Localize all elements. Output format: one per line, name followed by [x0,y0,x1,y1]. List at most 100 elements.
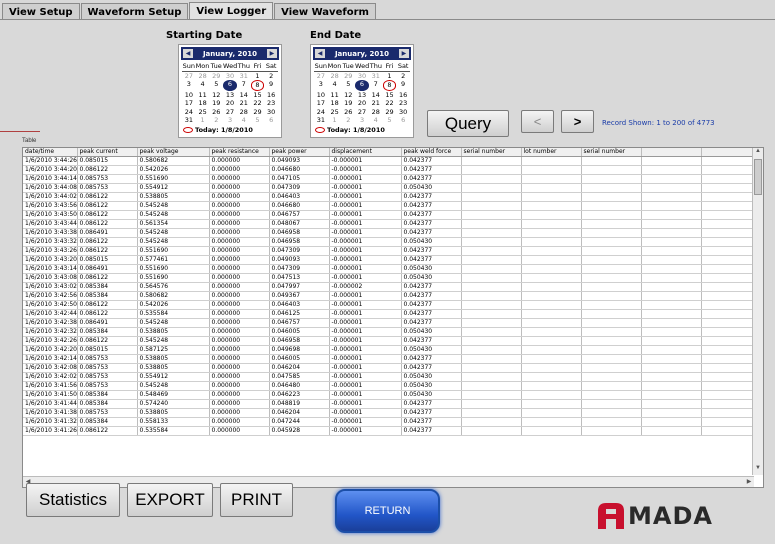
calendar-day[interactable]: 28 [196,72,210,81]
next-month-icon[interactable]: ▶ [398,49,409,58]
calendar-day[interactable]: 10 [182,91,196,100]
calendar-day[interactable]: 24 [314,108,328,117]
column-header[interactable] [701,148,755,157]
table-row[interactable]: 1/6/2010 3:42:44 P 0.086122 0.535584 0.0000… [23,309,755,319]
print-button[interactable]: PRINT [220,483,293,517]
calendar-day[interactable]: 5 [383,116,397,125]
calendar-day[interactable]: 13 [355,91,369,100]
calendar-day[interactable]: 30 [355,72,369,81]
scroll-right-icon[interactable]: ▶ [744,477,754,487]
calendar-day[interactable]: 1 [196,116,210,125]
calendar-day[interactable]: 9 [396,80,410,91]
calendar-day[interactable]: 12 [209,91,223,100]
start-date-calendar[interactable]: ◀ January, 2010 ▶ Sun Mon Tue Wed Thu Fri Sat … [178,44,282,138]
calendar-day[interactable]: 31 [314,116,328,125]
table-row[interactable]: 1/6/2010 3:43:32 P 0.086122 0.545248 0.0000… [23,237,755,247]
table-row[interactable]: 1/6/2010 3:42:14 P 0.085753 0.538805 0.0000… [23,354,755,364]
query-button[interactable]: Query [427,110,509,137]
table-row[interactable]: 1/6/2010 3:43:38 P 0.086491 0.545248 0.0000… [23,228,755,238]
calendar-day[interactable]: 2 [396,72,410,81]
calendar-day[interactable]: 2 [264,72,278,81]
calendar-day[interactable]: 30 [264,108,278,117]
prev-page-button[interactable]: < [521,110,554,133]
logger-table[interactable]: date/time peak current peak voltage peak re… [22,147,764,488]
calendar-day[interactable]: 1 [251,72,265,81]
calendar-day[interactable]: 11 [196,91,210,100]
calendar-day[interactable]: 5 [251,116,265,125]
calendar-day[interactable]: 8 [250,80,265,91]
column-header[interactable]: peak power [269,148,330,157]
calendar-day[interactable]: 31 [237,72,251,81]
calendar-day[interactable]: 8 [382,80,397,91]
calendar-day[interactable]: 6 [264,116,278,125]
calendar-today[interactable]: Today: 1/8/2010 [179,126,281,134]
table-row[interactable]: 1/6/2010 3:44:08 P 0.085753 0.554912 0.0000… [23,183,755,193]
table-row[interactable]: 1/6/2010 3:44:14 P 0.085753 0.551690 0.0000… [23,174,755,184]
calendar-day[interactable]: 2 [341,116,355,125]
calendar-day[interactable]: 7 [369,80,383,91]
calendar-day[interactable]: 4 [328,80,342,91]
scroll-up-icon[interactable]: ▲ [753,148,763,158]
prev-month-icon[interactable]: ◀ [315,49,325,58]
calendar-day[interactable]: 6 [355,80,369,91]
table-row[interactable]: 1/6/2010 3:42:50 P 0.086122 0.542026 0.0000… [23,300,755,310]
calendar-day[interactable]: 16 [396,91,410,100]
calendar-day[interactable]: 27 [355,108,369,117]
calendar-day[interactable]: 20 [223,99,237,108]
tab-waveform-setup[interactable]: Waveform Setup [80,3,189,20]
scroll-thumb[interactable] [754,159,762,195]
table-row[interactable]: 1/6/2010 3:43:08 P 0.086122 0.551690 0.0000… [23,273,755,283]
prev-month-icon[interactable]: ◀ [183,49,193,58]
calendar-day[interactable]: 30 [223,72,237,81]
table-row[interactable]: 1/6/2010 3:43:14 P 0.086491 0.551690 0.0000… [23,264,755,274]
calendar-day[interactable]: 12 [341,91,355,100]
calendar-day[interactable]: 5 [209,80,223,91]
statistics-button[interactable]: Statistics [26,483,120,517]
table-row[interactable]: 1/6/2010 3:42:38 P 0.086491 0.545248 0.0000… [23,318,755,328]
next-month-icon[interactable]: ▶ [266,49,277,58]
calendar-day[interactable]: 6 [396,116,410,125]
calendar-day[interactable]: 15 [383,91,397,100]
table-row[interactable]: 1/6/2010 3:42:02 P 0.085753 0.554912 0.0000… [23,372,755,382]
calendar-day[interactable]: 10 [314,91,328,100]
calendar-day[interactable]: 23 [264,99,278,108]
calendar-day[interactable]: 13 [223,91,237,100]
calendar-day[interactable]: 29 [251,108,265,117]
table-row[interactable]: 1/6/2010 3:41:44 P 0.085384 0.574240 0.0000… [23,399,755,409]
calendar-day[interactable]: 11 [328,91,342,100]
table-row[interactable]: 1/6/2010 3:44:02 P 0.086122 0.538805 0.0000… [23,192,755,202]
calendar-day[interactable]: 4 [237,116,251,125]
calendar-day[interactable]: 6 [223,80,237,91]
calendar-day[interactable]: 17 [182,99,196,108]
calendar-day[interactable]: 16 [264,91,278,100]
calendar-day[interactable]: 1 [383,72,397,81]
calendar-day[interactable]: 27 [223,108,237,117]
calendar-day[interactable]: 1 [328,116,342,125]
table-row[interactable]: 1/6/2010 3:44:20 P 0.086122 0.542026 0.0000… [23,165,755,175]
calendar-day[interactable]: 23 [396,99,410,108]
end-date-calendar[interactable]: ◀ January, 2010 ▶ Sun Mon Tue Wed Thu Fri Sat … [310,44,414,138]
table-row[interactable]: 1/6/2010 3:41:56 P 0.085753 0.545248 0.0000… [23,381,755,391]
column-header[interactable]: serial number [461,148,522,157]
calendar-today[interactable]: Today: 1/8/2010 [311,126,413,134]
column-header[interactable]: lot number [521,148,582,157]
table-row[interactable]: 1/6/2010 3:44:26 P 0.085015 0.580682 0.0000… [23,156,755,166]
calendar-day[interactable]: 29 [341,72,355,81]
calendar-day[interactable]: 15 [251,91,265,100]
calendar-day[interactable]: 25 [328,108,342,117]
column-header[interactable]: displacement [329,148,402,157]
column-header[interactable]: peak voltage [137,148,210,157]
calendar-day[interactable]: 22 [251,99,265,108]
calendar-day[interactable]: 28 [328,72,342,81]
table-row[interactable]: 1/6/2010 3:43:56 P 0.086122 0.545248 0.0000… [23,201,755,211]
table-row[interactable]: 1/6/2010 3:42:56 P 0.085384 0.580682 0.0000… [23,291,755,301]
calendar-day[interactable]: 17 [314,99,328,108]
calendar-day[interactable]: 27 [314,72,328,81]
tab-view-waveform[interactable]: View Waveform [274,3,376,20]
scroll-down-icon[interactable]: ▼ [753,465,763,475]
calendar-day[interactable]: 30 [396,108,410,117]
table-row[interactable]: 1/6/2010 3:42:26 P 0.086122 0.545248 0.0000… [23,336,755,346]
table-row[interactable]: 1/6/2010 3:43:50 P 0.086122 0.545248 0.0000… [23,210,755,220]
calendar-day[interactable]: 18 [196,99,210,108]
calendar-day[interactable]: 9 [264,80,278,91]
